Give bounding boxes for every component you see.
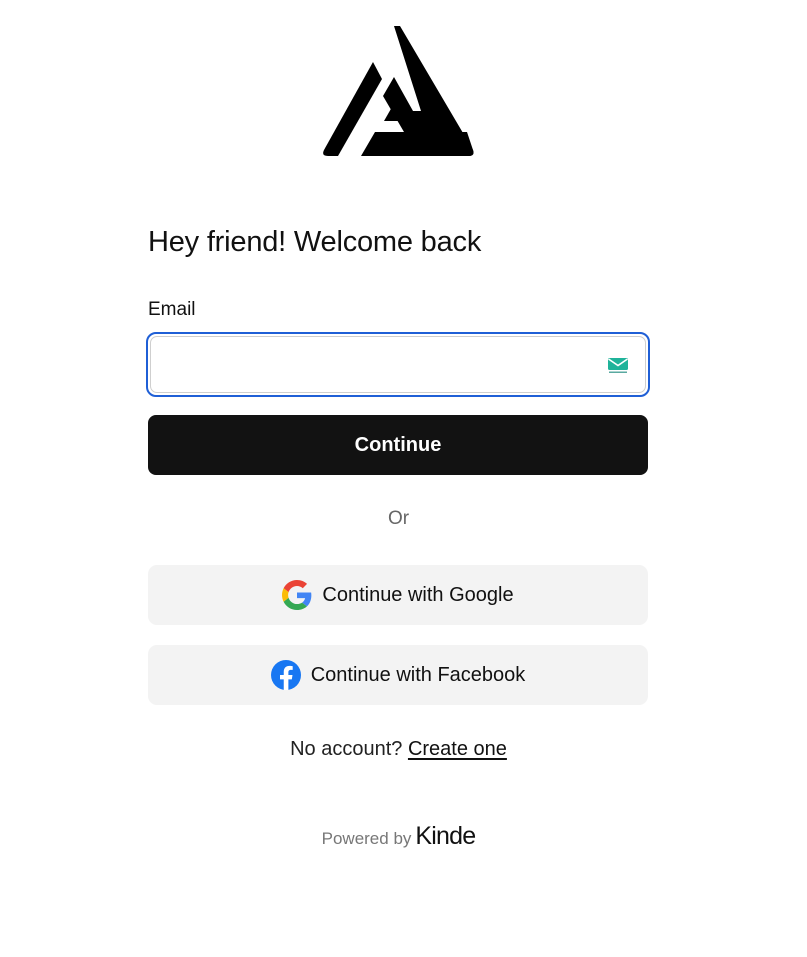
facebook-icon: [270, 660, 301, 690]
google-button-label: Continue with Google: [322, 583, 514, 606]
signup-prompt: No account? Create one: [0, 738, 797, 761]
page-title: Hey friend! Welcome back: [148, 226, 482, 258]
continue-with-google-button[interactable]: Continue with Google: [148, 565, 648, 625]
powered-by-text: Powered by: [321, 829, 412, 848]
email-field-wrapper: [146, 332, 650, 397]
kinde-logo[interactable]: Kinde: [415, 822, 476, 850]
facebook-button-label: Continue with Facebook: [310, 663, 526, 686]
brand-logo-icon: [323, 26, 474, 156]
continue-button[interactable]: Continue: [148, 415, 648, 475]
no-account-text: No account?: [290, 738, 403, 760]
email-input[interactable]: [150, 336, 646, 393]
email-label: Email: [148, 299, 196, 320]
powered-by-footer: Powered by Kinde: [0, 822, 797, 851]
tempmail-icon[interactable]: [607, 357, 629, 374]
continue-with-facebook-button[interactable]: Continue with Facebook: [148, 645, 648, 705]
or-divider: Or: [387, 508, 410, 529]
create-account-link[interactable]: Create one: [408, 738, 507, 760]
google-icon: [282, 580, 312, 610]
